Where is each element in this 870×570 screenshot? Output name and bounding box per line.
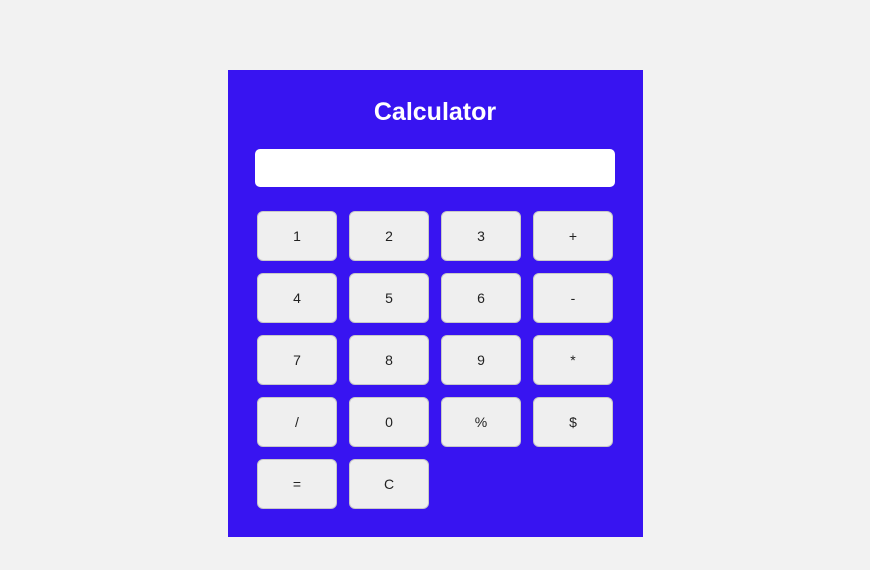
key-minus[interactable]: - xyxy=(533,273,613,323)
key-0[interactable]: 0 xyxy=(349,397,429,447)
key-6[interactable]: 6 xyxy=(441,273,521,323)
key-dollar[interactable]: $ xyxy=(533,397,613,447)
key-percent[interactable]: % xyxy=(441,397,521,447)
key-8[interactable]: 8 xyxy=(349,335,429,385)
key-2[interactable]: 2 xyxy=(349,211,429,261)
keypad: 1 2 3 + 4 5 6 - 7 8 9 * / 0 % $ = C xyxy=(248,211,623,509)
key-equals[interactable]: = xyxy=(257,459,337,509)
key-4[interactable]: 4 xyxy=(257,273,337,323)
key-3[interactable]: 3 xyxy=(441,211,521,261)
key-divide[interactable]: / xyxy=(257,397,337,447)
calculator-title: Calculator xyxy=(248,98,623,127)
key-9[interactable]: 9 xyxy=(441,335,521,385)
key-clear[interactable]: C xyxy=(349,459,429,509)
key-multiply[interactable]: * xyxy=(533,335,613,385)
key-5[interactable]: 5 xyxy=(349,273,429,323)
calculator-panel: Calculator 1 2 3 + 4 5 6 - 7 8 9 * / 0 %… xyxy=(228,70,643,537)
key-7[interactable]: 7 xyxy=(257,335,337,385)
key-1[interactable]: 1 xyxy=(257,211,337,261)
display-input[interactable] xyxy=(255,149,615,187)
key-plus[interactable]: + xyxy=(533,211,613,261)
